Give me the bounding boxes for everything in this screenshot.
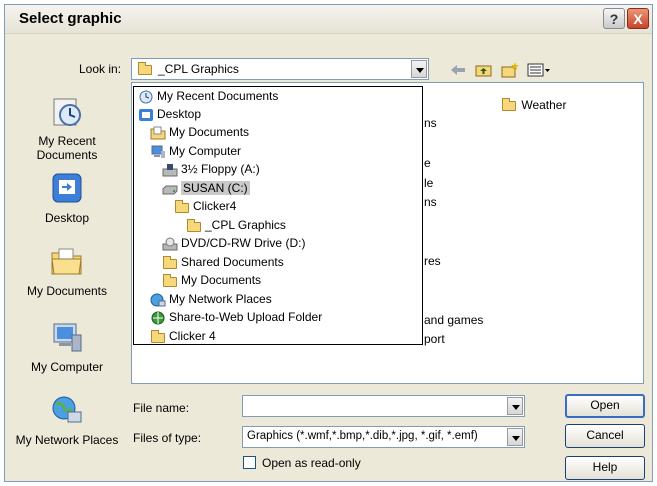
folder-icon bbox=[162, 273, 178, 288]
shared-folder-icon bbox=[162, 255, 178, 270]
file-name-partial: and games bbox=[424, 313, 484, 327]
floppy-drive-icon bbox=[162, 163, 178, 177]
back-arrow-icon[interactable] bbox=[449, 62, 467, 78]
file-name-partial: ns bbox=[424, 195, 437, 209]
network-places-icon bbox=[52, 396, 82, 423]
dropdown-item-cpl-graphics[interactable]: _CPL Graphics bbox=[186, 216, 286, 234]
desktop-icon bbox=[52, 173, 82, 203]
dropdown-item-shared-documents[interactable]: Shared Documents bbox=[162, 253, 284, 271]
file-name-dropdown-arrow[interactable] bbox=[507, 397, 523, 415]
look-in-dropdown-arrow[interactable] bbox=[411, 60, 427, 78]
file-name-partial: le bbox=[424, 176, 434, 190]
my-computer-icon bbox=[150, 145, 166, 159]
title-bar[interactable]: Select graphic ? X bbox=[5, 5, 652, 34]
desktop-icon bbox=[138, 108, 154, 122]
folder-icon bbox=[186, 218, 202, 233]
place-label: My Computer bbox=[30, 360, 104, 374]
place-my-network-places[interactable]: My Network Places bbox=[11, 394, 123, 447]
dropdown-item-my-computer[interactable]: My Computer bbox=[150, 142, 241, 160]
list-item[interactable]: Weather bbox=[502, 97, 567, 112]
dropdown-item-desktop[interactable]: Desktop bbox=[138, 105, 201, 123]
dropdown-item-share-to-web[interactable]: Share-to-Web Upload Folder bbox=[150, 308, 322, 326]
cancel-button[interactable]: Cancel bbox=[565, 424, 645, 448]
file-name-input[interactable] bbox=[242, 395, 525, 417]
file-name: Weather bbox=[521, 98, 567, 112]
file-name-partial: res bbox=[424, 254, 441, 268]
place-label: My Recent Documents bbox=[36, 134, 98, 162]
recent-documents-icon bbox=[138, 90, 154, 104]
select-graphic-dialog: Select graphic ? X Look in: _CPL Graphic… bbox=[4, 4, 653, 482]
file-name-label: File name: bbox=[133, 401, 190, 415]
up-folder-icon[interactable] bbox=[475, 62, 493, 78]
open-button[interactable]: Open bbox=[565, 394, 645, 418]
my-computer-icon bbox=[53, 323, 82, 352]
network-places-icon bbox=[150, 293, 166, 307]
files-of-type-dropdown-arrow[interactable] bbox=[507, 428, 523, 446]
view-menu-icon[interactable] bbox=[527, 62, 551, 78]
folder-icon bbox=[150, 329, 166, 344]
file-name-partial: e bbox=[424, 156, 431, 170]
dropdown-item-network-places[interactable]: My Network Places bbox=[150, 290, 272, 308]
folder-icon bbox=[174, 199, 190, 214]
place-my-documents[interactable]: My Documents bbox=[11, 245, 123, 298]
hard-drive-icon bbox=[162, 182, 178, 196]
dropdown-item-my-documents-2[interactable]: My Documents bbox=[162, 271, 261, 289]
my-documents-icon bbox=[51, 248, 82, 275]
dropdown-item-clicker4[interactable]: Clicker4 bbox=[174, 197, 236, 215]
place-my-computer[interactable]: My Computer bbox=[11, 321, 123, 374]
dropdown-item-susan-c[interactable]: SUSAN (C:) bbox=[162, 179, 250, 197]
place-label: My Documents bbox=[26, 284, 108, 298]
look-in-dropdown-list[interactable]: My Recent Documents Desktop My Documents… bbox=[133, 86, 423, 345]
dropdown-item-my-documents[interactable]: My Documents bbox=[150, 123, 249, 141]
dialog-title: Select graphic bbox=[19, 10, 122, 27]
place-label: Desktop bbox=[44, 211, 90, 225]
globe-icon bbox=[150, 311, 166, 325]
read-only-checkbox[interactable] bbox=[243, 456, 256, 469]
place-recent-documents[interactable]: My Recent Documents bbox=[11, 95, 123, 162]
files-of-type-select[interactable]: Graphics (*.wmf,*.bmp,*.dib,*.jpg, *.gif… bbox=[242, 426, 525, 448]
dropdown-item-clicker-4[interactable]: Clicker 4 bbox=[150, 327, 216, 345]
my-documents-icon bbox=[150, 126, 166, 140]
dropdown-item-recent-documents[interactable]: My Recent Documents bbox=[138, 87, 278, 105]
close-button[interactable]: X bbox=[627, 8, 649, 29]
look-in-combo[interactable]: _CPL Graphics bbox=[131, 58, 429, 80]
file-name-partial: port bbox=[424, 332, 445, 346]
folder-icon bbox=[138, 62, 152, 75]
help-button[interactable]: Help bbox=[565, 456, 645, 480]
place-label: My Network Places bbox=[15, 433, 119, 447]
read-only-label: Open as read-only bbox=[262, 456, 361, 470]
folder-icon bbox=[502, 97, 516, 111]
title-help-button[interactable]: ? bbox=[603, 8, 625, 29]
file-name-partial: ns bbox=[424, 116, 437, 130]
dvd-drive-icon bbox=[162, 237, 178, 251]
files-of-type-value: Graphics (*.wmf,*.bmp,*.dib,*.jpg, *.gif… bbox=[247, 430, 478, 442]
dropdown-item-floppy[interactable]: 3½ Floppy (A:) bbox=[162, 160, 260, 178]
new-folder-icon[interactable] bbox=[501, 62, 519, 78]
place-desktop[interactable]: Desktop bbox=[11, 172, 123, 225]
recent-documents-icon bbox=[53, 98, 81, 126]
dropdown-item-dvd-drive[interactable]: DVD/CD-RW Drive (D:) bbox=[162, 234, 305, 252]
look-in-value: _CPL Graphics bbox=[158, 62, 239, 76]
places-bar: My Recent Documents Desktop My Documents… bbox=[11, 69, 123, 479]
files-of-type-label: Files of type: bbox=[133, 431, 202, 445]
